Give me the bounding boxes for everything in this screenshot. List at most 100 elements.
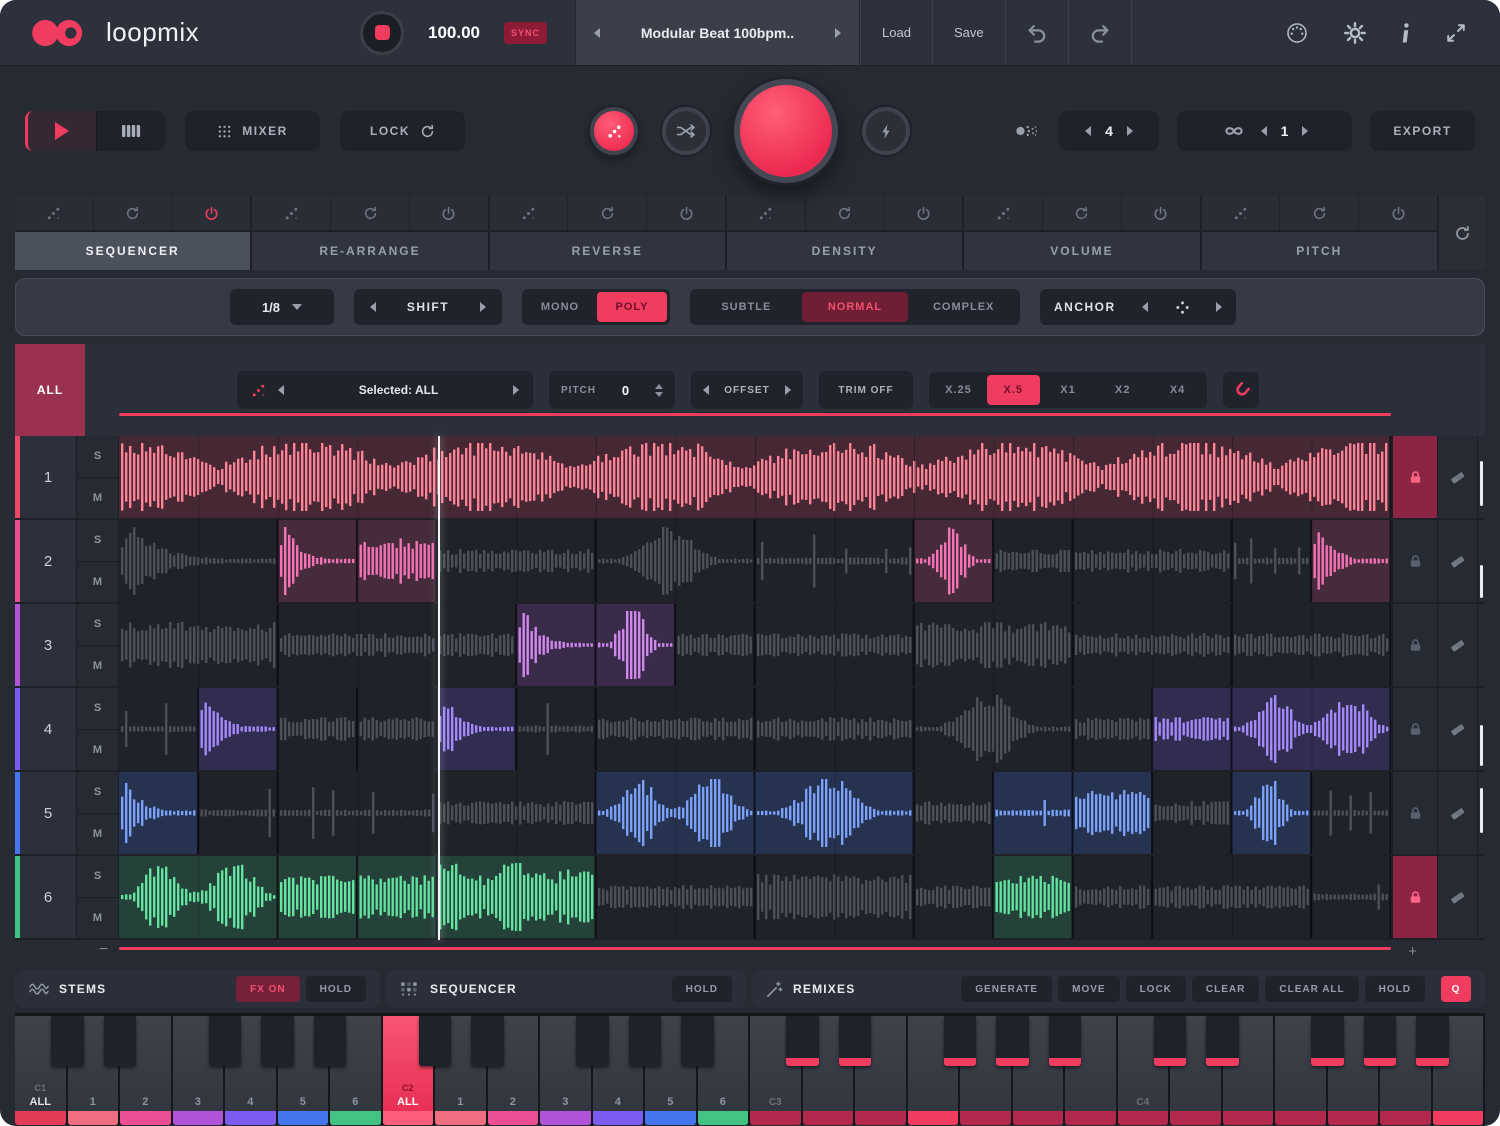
waveform-canvas[interactable] [119,520,1391,602]
piano-black-key[interactable] [1311,1016,1344,1066]
tempo-display[interactable]: 100.00 [418,23,490,43]
preset-prev-icon[interactable] [594,28,600,38]
mute-button[interactable]: M [77,646,118,687]
track-lock-button[interactable] [1391,688,1437,770]
tab-label[interactable]: RE-ARRANGE [252,232,487,270]
loop-increment-icon[interactable] [1302,126,1308,136]
track-number-4[interactable]: 4 [20,688,77,770]
speed-x-5[interactable]: X.5 [987,375,1040,405]
speed-x1[interactable]: X1 [1042,375,1095,405]
piano-black-key[interactable] [944,1016,977,1066]
power-icon-cell[interactable] [885,196,963,230]
stop-button[interactable] [360,11,404,55]
waveform-canvas[interactable] [119,436,1391,518]
power-icon-cell[interactable] [1359,196,1437,230]
track-waveform[interactable] [119,772,1391,854]
midi-icon[interactable] [1286,22,1308,44]
sync-badge[interactable]: SYNC [504,22,547,44]
magnet-button[interactable] [1223,372,1259,408]
piano-black-key[interactable] [681,1016,714,1066]
resize-icon[interactable] [1446,23,1466,43]
piano-black-key[interactable] [471,1016,504,1066]
fx-on-button[interactable]: FX ON [236,976,300,1002]
keys-mode-button[interactable] [96,111,165,151]
solo-button[interactable]: S [77,436,118,478]
sequencer-hold-button[interactable]: HOLD [672,976,732,1002]
piano-black-key[interactable] [786,1016,819,1066]
solo-button[interactable]: S [77,688,118,730]
solo-button[interactable]: S [77,520,118,562]
select-all-button[interactable]: ALL [15,344,85,436]
refresh-icon-cell[interactable] [331,196,410,230]
track-number-2[interactable]: 2 [20,520,77,602]
quantize-button[interactable]: Q [1441,976,1471,1002]
mute-button[interactable]: M [77,898,118,939]
track-clear-button[interactable] [1437,772,1477,854]
shift-left-icon[interactable] [370,302,376,312]
tab-label[interactable]: SEQUENCER [15,232,250,270]
waveform-canvas[interactable] [119,688,1391,770]
refresh-icon-cell[interactable] [1280,196,1359,230]
waveform-canvas[interactable] [119,604,1391,686]
track-clear-button[interactable] [1437,520,1477,602]
piano-black-key[interactable] [209,1016,242,1066]
voice-mode-mono[interactable]: MONO [525,292,595,322]
complexity-subtle[interactable]: SUBTLE [693,292,800,322]
piano-black-key[interactable] [314,1016,347,1066]
solo-button[interactable]: S [77,856,118,898]
tab-label[interactable]: DENSITY [727,232,962,270]
mute-button[interactable]: M [77,814,118,855]
remix-hold-button[interactable]: HOLD [1365,976,1425,1002]
anchor-dots-icon[interactable] [1175,300,1190,315]
speed-x4[interactable]: X4 [1151,375,1204,405]
speed-x-25[interactable]: X.25 [932,375,985,405]
export-button[interactable]: EXPORT [1370,111,1475,151]
tab-pitch[interactable]: PITCH [1200,196,1437,270]
tab-reverse[interactable]: REVERSE [488,196,725,270]
preset-title[interactable]: Modular Beat 100bpm.. [641,25,794,41]
playhead[interactable] [438,436,440,940]
track-lock-button[interactable] [1391,436,1437,518]
preset-next-icon[interactable] [835,28,841,38]
speed-x2[interactable]: X2 [1096,375,1149,405]
loop-length-bar[interactable] [119,947,1391,950]
selected-next-icon[interactable] [513,385,519,395]
piano-black-key[interactable] [1154,1016,1187,1066]
remix-clear-all-button[interactable]: CLEAR ALL [1265,976,1358,1002]
dice-icon-cell[interactable] [252,196,331,230]
zoom-in-button[interactable]: + [1408,943,1417,960]
track-lock-button[interactable] [1391,520,1437,602]
anchor-right-icon[interactable] [1216,302,1222,312]
track-clear-button[interactable] [1437,856,1477,938]
piano-black-key[interactable] [419,1016,452,1066]
piano-black-key[interactable] [1206,1016,1239,1066]
solo-button[interactable]: S [77,604,118,646]
power-icon-cell[interactable] [173,196,251,230]
undo-button[interactable] [1005,0,1068,65]
tab-re-arrange[interactable]: RE-ARRANGE [250,196,487,270]
tab-density[interactable]: DENSITY [725,196,962,270]
track-waveform[interactable] [119,856,1391,938]
voice-mode-poly[interactable]: POLY [597,292,667,322]
piano-black-key[interactable] [629,1016,662,1066]
tab-volume[interactable]: VOLUME [962,196,1199,270]
waveform-canvas[interactable] [119,772,1391,854]
tab-label[interactable]: PITCH [1202,232,1437,270]
track-number-6[interactable]: 6 [20,856,77,938]
dice-icon-cell[interactable] [1202,196,1281,230]
piano-black-key[interactable] [1049,1016,1082,1066]
power-icon-cell[interactable] [647,196,725,230]
steps-decrement-icon[interactable] [1085,126,1091,136]
play-mode-button[interactable] [28,111,96,151]
dice-icon-cell[interactable] [964,196,1043,230]
track-number-5[interactable]: 5 [20,772,77,854]
track-lock-button[interactable] [1391,604,1437,686]
refresh-icon-cell[interactable] [1043,196,1122,230]
complexity-complex[interactable]: COMPLEX [910,292,1017,322]
dissolve-icon[interactable] [1015,118,1041,144]
tab-label[interactable]: REVERSE [490,232,725,270]
zoom-out-button[interactable]: − [99,941,108,959]
piano-black-key[interactable] [51,1016,84,1066]
offset-right-icon[interactable] [785,385,791,395]
refresh-icon-cell[interactable] [568,196,647,230]
